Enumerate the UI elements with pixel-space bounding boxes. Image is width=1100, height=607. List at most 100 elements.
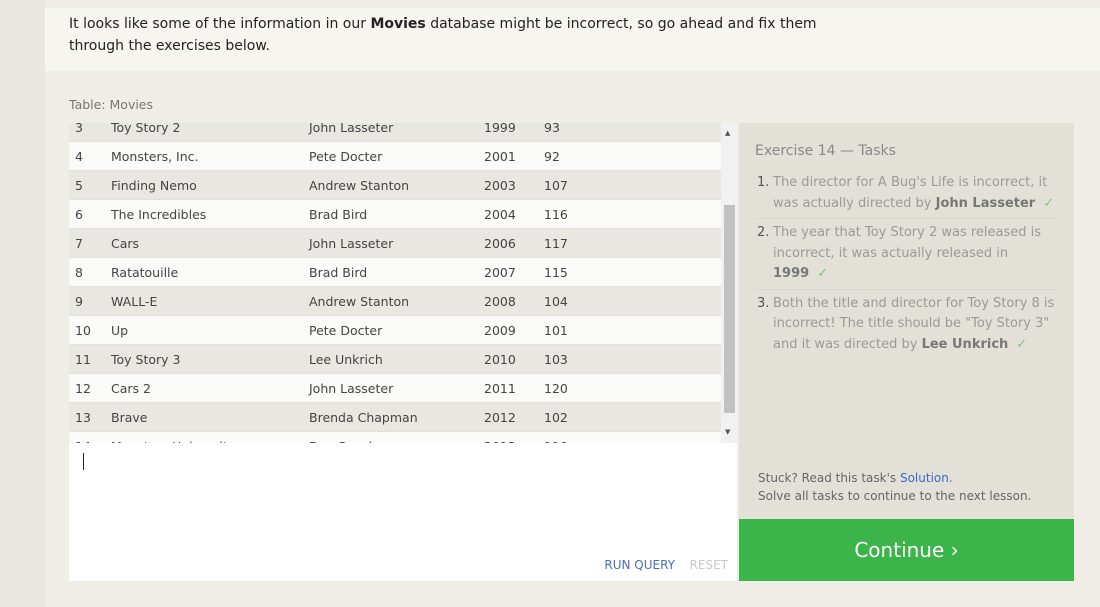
table-cell: 2004 xyxy=(484,206,516,222)
table-cell: 116 xyxy=(544,206,568,222)
check-icon: ✓ xyxy=(1016,336,1028,352)
table-cell: Cars xyxy=(111,235,140,251)
check-icon: ✓ xyxy=(817,266,829,281)
task-item: 2. The year that Toy Story 2 was released… xyxy=(755,219,1058,290)
text-caret xyxy=(83,453,84,470)
table-row: 8 Ratatouille Brad Bird 2007 115 xyxy=(69,258,721,287)
table-cell: 2006 xyxy=(484,235,516,251)
table-cell: 107 xyxy=(544,177,568,193)
left-strip xyxy=(0,0,45,607)
table-cell: 2007 xyxy=(484,264,516,280)
task-body: Both the title and director for Toy Stor… xyxy=(773,295,1055,352)
table-cell: 4 xyxy=(75,148,83,164)
table-cell: 117 xyxy=(544,235,568,251)
intro-before: It looks like some of the information in… xyxy=(69,16,371,32)
table-cell: 2010 xyxy=(484,351,516,367)
tasks-panel: Exercise 14 — Tasks 1. The director for A… xyxy=(739,123,1074,519)
table-cell: 93 xyxy=(544,123,560,135)
table-label: Table: Movies xyxy=(69,97,154,112)
solve-text: Solve all tasks to continue to the next … xyxy=(758,489,1032,503)
table-row: 6 The Incredibles Brad Bird 2004 116 xyxy=(69,200,721,229)
scroll-up-icon[interactable]: ▲ xyxy=(725,129,730,137)
table-cell: Pete Docter xyxy=(309,322,383,338)
table-cell: John Lasseter xyxy=(309,380,394,396)
stuck-label: Stuck? Read this task's xyxy=(758,471,900,485)
table-row: 13 Brave Brenda Chapman 2012 102 xyxy=(69,403,721,432)
reset-button[interactable]: RESET xyxy=(690,558,728,572)
table-cell: 6 xyxy=(75,206,83,222)
table-cell: Up xyxy=(111,322,129,338)
table-cell: Ratatouille xyxy=(111,264,179,280)
table-cell: The Incredibles xyxy=(111,206,207,222)
table-row: 12 Cars 2 John Lasseter 2011 120 xyxy=(69,374,721,403)
run-query-button[interactable]: RUN QUERY xyxy=(604,558,675,572)
table-cell: 2001 xyxy=(484,148,516,164)
task-item: 1. The director for A Bug's Life is incor… xyxy=(755,169,1058,219)
table-cell: Toy Story 2 xyxy=(111,123,181,135)
table-cell: 10 xyxy=(75,322,91,338)
table-row: 10 Up Pete Docter 2009 101 xyxy=(69,316,721,345)
table-cell: 13 xyxy=(75,409,91,425)
table-cell: 5 xyxy=(75,177,83,193)
table-cell: Brenda Chapman xyxy=(309,409,418,425)
table-cell: Brad Bird xyxy=(309,264,368,280)
query-editor[interactable]: RUN QUERY RESET xyxy=(69,443,737,581)
scrollbar[interactable]: ▲ ▼ xyxy=(721,123,737,443)
continue-button[interactable]: Continue › xyxy=(739,519,1074,581)
table-cell: Andrew Stanton xyxy=(309,293,410,309)
table-cell: 102 xyxy=(544,409,568,425)
task-number: 2. xyxy=(757,225,770,240)
table-row: 11 Toy Story 3 Lee Unkrich 2010 103 xyxy=(69,345,721,374)
table-cell: Pete Docter xyxy=(309,148,383,164)
table-cell: 12 xyxy=(75,380,91,396)
table-cell: 2011 xyxy=(484,380,516,396)
table-cell: Brave xyxy=(111,409,148,425)
table-cell: 120 xyxy=(544,380,568,396)
table-cell: 103 xyxy=(544,351,568,367)
task-answer: Lee Unkrich xyxy=(921,336,1009,352)
table-cell: John Lasseter xyxy=(309,123,394,135)
solution-link[interactable]: Solution. xyxy=(900,471,953,485)
table-cell: 101 xyxy=(544,322,568,338)
table-cell: 2003 xyxy=(484,177,516,193)
scrollbar-thumb[interactable] xyxy=(724,205,735,413)
table-cell: WALL-E xyxy=(111,293,158,309)
table-cell: Finding Nemo xyxy=(111,177,197,193)
task-answer: 1999 xyxy=(773,266,810,281)
task-text: The director for A Bug's Life is incorre… xyxy=(773,173,1058,214)
table-cell: 2009 xyxy=(484,322,516,338)
task-body: The year that Toy Story 2 was released i… xyxy=(773,225,1042,261)
intro-line2: through the exercises below. xyxy=(69,38,270,54)
table-row: 4 Monsters, Inc. Pete Docter 2001 92 xyxy=(69,142,721,171)
intro-after: database might be incorrect, so go ahead… xyxy=(425,16,817,32)
table-cell: 11 xyxy=(75,351,91,367)
table-cell: Lee Unkrich xyxy=(309,351,383,367)
table-cell: 92 xyxy=(544,148,560,164)
table-cell: Toy Story 3 xyxy=(111,351,181,367)
table-cell: Andrew Stanton xyxy=(309,177,410,193)
table-cell: 7 xyxy=(75,235,83,251)
table-cell: Monsters, Inc. xyxy=(111,148,199,164)
exercise-title: Exercise 14 — Tasks xyxy=(755,143,896,159)
task-number: 3. xyxy=(757,295,770,311)
table-row: 7 Cars John Lasseter 2006 117 xyxy=(69,229,721,258)
scroll-down-icon[interactable]: ▼ xyxy=(725,428,730,436)
table-cell: Brad Bird xyxy=(309,206,368,222)
table-cell: 2008 xyxy=(484,293,516,309)
table-cell: 115 xyxy=(544,264,568,280)
table-cell: Cars 2 xyxy=(111,380,151,396)
intro-text: It looks like some of the information in… xyxy=(45,8,1100,71)
task-text: The year that Toy Story 2 was released i… xyxy=(773,223,1058,285)
table-cell: John Lasseter xyxy=(309,235,394,251)
check-icon: ✓ xyxy=(1043,195,1055,211)
movies-table[interactable]: 3 Toy Story 2 John Lasseter 1999 93 4 Monsters… xyxy=(69,123,737,443)
table-cell: 3 xyxy=(75,123,83,135)
stuck-text: Stuck? Read this task's Solution. Solve … xyxy=(758,469,1031,505)
table-row: 3 Toy Story 2 John Lasseter 1999 93 xyxy=(69,123,721,142)
table-cell: 2012 xyxy=(484,409,516,425)
table-row: 5 Finding Nemo Andrew Stanton 2003 107 xyxy=(69,171,721,200)
table-cell: 9 xyxy=(75,293,83,309)
table-cell: 8 xyxy=(75,264,83,280)
task-answer: John Lasseter xyxy=(935,195,1036,211)
table-row: 14Monsters UniversityDan Scanlon2013110 xyxy=(69,432,721,443)
